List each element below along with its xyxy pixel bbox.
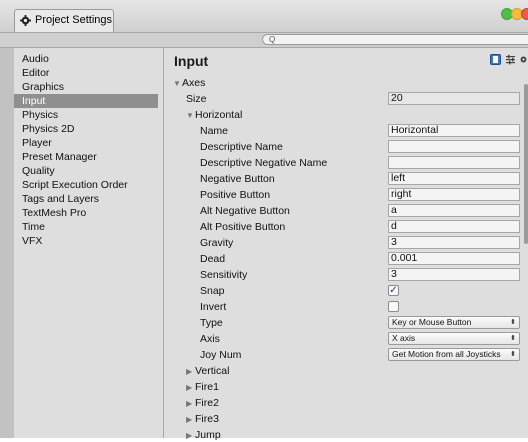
triangle-down-icon: ▼ bbox=[173, 79, 181, 88]
vertical-label: Vertical bbox=[195, 365, 230, 377]
sidebar-item-preset-manager[interactable]: Preset Manager bbox=[14, 150, 158, 164]
type-label: Type bbox=[200, 317, 223, 329]
positive-button-field[interactable]: right bbox=[388, 188, 520, 201]
chevron-updown-icon: ⬍ bbox=[510, 335, 516, 342]
triangle-right-icon: ▶ bbox=[186, 399, 193, 408]
name-field[interactable]: Horizontal bbox=[388, 124, 520, 137]
alt-positive-button-field[interactable]: d bbox=[388, 220, 520, 233]
type-dropdown-value: Key or Mouse Button bbox=[392, 317, 472, 327]
tab-bar: Project Settings bbox=[0, 0, 528, 33]
positive-button-label: Positive Button bbox=[200, 189, 271, 201]
sidebar-item-time[interactable]: Time bbox=[14, 220, 158, 234]
negative-button-label: Negative Button bbox=[200, 173, 275, 185]
triangle-down-icon: ▼ bbox=[186, 111, 194, 120]
sidebar-item-player[interactable]: Player bbox=[14, 136, 158, 150]
page-title: Input bbox=[174, 53, 209, 69]
sidebar-item-script-execution-order[interactable]: Script Execution Order bbox=[14, 178, 158, 192]
size-label: Size bbox=[186, 93, 207, 105]
sidebar-item-tags-and-layers[interactable]: Tags and Layers bbox=[14, 192, 158, 206]
input-settings-panel: Input ▼Axes Size 20 ▼Horizontal Name Hor… bbox=[164, 48, 528, 441]
triangle-right-icon: ▶ bbox=[186, 367, 193, 376]
sidebar-item-textmesh-pro[interactable]: TextMesh Pro bbox=[14, 206, 158, 220]
size-field[interactable]: 20 bbox=[388, 92, 520, 105]
fire2-label: Fire2 bbox=[195, 397, 219, 409]
tab-label: Project Settings bbox=[35, 14, 113, 26]
settings-sidebar: Audio Editor Graphics Input Physics Phys… bbox=[14, 48, 164, 438]
descriptive-name-label: Descriptive Name bbox=[200, 141, 283, 153]
gear-icon bbox=[20, 15, 31, 26]
dead-label: Dead bbox=[200, 253, 226, 265]
invert-checkbox[interactable] bbox=[388, 301, 399, 312]
descriptive-negative-name-field[interactable] bbox=[388, 156, 520, 169]
snap-checkbox[interactable]: ✓ bbox=[388, 285, 399, 296]
triangle-right-icon: ▶ bbox=[186, 383, 193, 392]
help-book-icon[interactable] bbox=[490, 54, 501, 65]
alt-negative-button-label: Alt Negative Button bbox=[200, 205, 290, 217]
fire1-label: Fire1 bbox=[195, 381, 219, 393]
sidebar-item-input[interactable]: Input bbox=[14, 94, 158, 108]
axis-label: Axis bbox=[200, 333, 220, 345]
chevron-updown-icon: ⬍ bbox=[510, 319, 516, 326]
dead-field[interactable]: 0.001 bbox=[388, 252, 520, 265]
horizontal-label: Horizontal bbox=[195, 109, 243, 121]
axes-label: Axes bbox=[182, 77, 206, 89]
jump-label: Jump bbox=[195, 429, 221, 441]
joy-num-dropdown-value: Get Motion from all Joysticks bbox=[392, 349, 501, 359]
alt-positive-button-label: Alt Positive Button bbox=[200, 221, 286, 233]
tab-project-settings[interactable]: Project Settings bbox=[14, 9, 114, 32]
descriptive-name-field[interactable] bbox=[388, 140, 520, 153]
search-input[interactable]: Q bbox=[262, 34, 528, 45]
project-settings-window: Project Settings Q Audio Editor Graphics… bbox=[0, 0, 528, 441]
fire3-label: Fire3 bbox=[195, 413, 219, 425]
snap-label: Snap bbox=[200, 285, 225, 297]
type-dropdown[interactable]: Key or Mouse Button ⬍ bbox=[388, 316, 520, 329]
sidebar-item-quality[interactable]: Quality bbox=[14, 164, 158, 178]
close-button[interactable] bbox=[521, 8, 528, 20]
sidebar-item-vfx[interactable]: VFX bbox=[14, 234, 158, 248]
fire2-foldout[interactable]: ▶ Fire2 bbox=[186, 397, 219, 410]
sidebar-item-graphics[interactable]: Graphics bbox=[14, 80, 158, 94]
jump-foldout[interactable]: ▶ Jump bbox=[186, 429, 221, 442]
sidebar-item-physics[interactable]: Physics bbox=[14, 108, 158, 122]
sidebar-item-physics-2d[interactable]: Physics 2D bbox=[14, 122, 158, 136]
axis-dropdown[interactable]: X axis ⬍ bbox=[388, 332, 520, 345]
alt-negative-button-field[interactable]: a bbox=[388, 204, 520, 217]
axis-dropdown-value: X axis bbox=[392, 333, 416, 343]
negative-button-field[interactable]: left bbox=[388, 172, 520, 185]
sensitivity-field[interactable]: 3 bbox=[388, 268, 520, 281]
triangle-right-icon: ▶ bbox=[186, 431, 193, 440]
preset-sliders-icon[interactable] bbox=[505, 54, 516, 65]
gravity-label: Gravity bbox=[200, 237, 234, 249]
search-icon: Q bbox=[269, 35, 276, 44]
sensitivity-label: Sensitivity bbox=[200, 269, 248, 281]
horizontal-foldout[interactable]: ▼Horizontal bbox=[186, 109, 242, 122]
chevron-updown-icon: ⬍ bbox=[510, 351, 516, 358]
joy-num-label: Joy Num bbox=[200, 349, 242, 361]
name-label: Name bbox=[200, 125, 229, 137]
gravity-field[interactable]: 3 bbox=[388, 236, 520, 249]
sidebar-item-audio[interactable]: Audio bbox=[14, 52, 158, 66]
joy-num-dropdown[interactable]: Get Motion from all Joysticks ⬍ bbox=[388, 348, 520, 361]
triangle-right-icon: ▶ bbox=[186, 415, 193, 424]
invert-label: Invert bbox=[200, 301, 227, 313]
fire3-foldout[interactable]: ▶ Fire3 bbox=[186, 413, 219, 426]
search-row: Q bbox=[0, 33, 528, 48]
axes-foldout[interactable]: ▼Axes bbox=[173, 77, 205, 90]
vertical-foldout[interactable]: ▶ Vertical bbox=[186, 365, 229, 378]
settings-gear-icon[interactable] bbox=[519, 54, 528, 65]
descriptive-negative-name-label: Descriptive Negative Name bbox=[200, 157, 328, 169]
sidebar-item-editor[interactable]: Editor bbox=[14, 66, 158, 80]
fire1-foldout[interactable]: ▶ Fire1 bbox=[186, 381, 219, 394]
scrollbar[interactable] bbox=[524, 84, 528, 244]
